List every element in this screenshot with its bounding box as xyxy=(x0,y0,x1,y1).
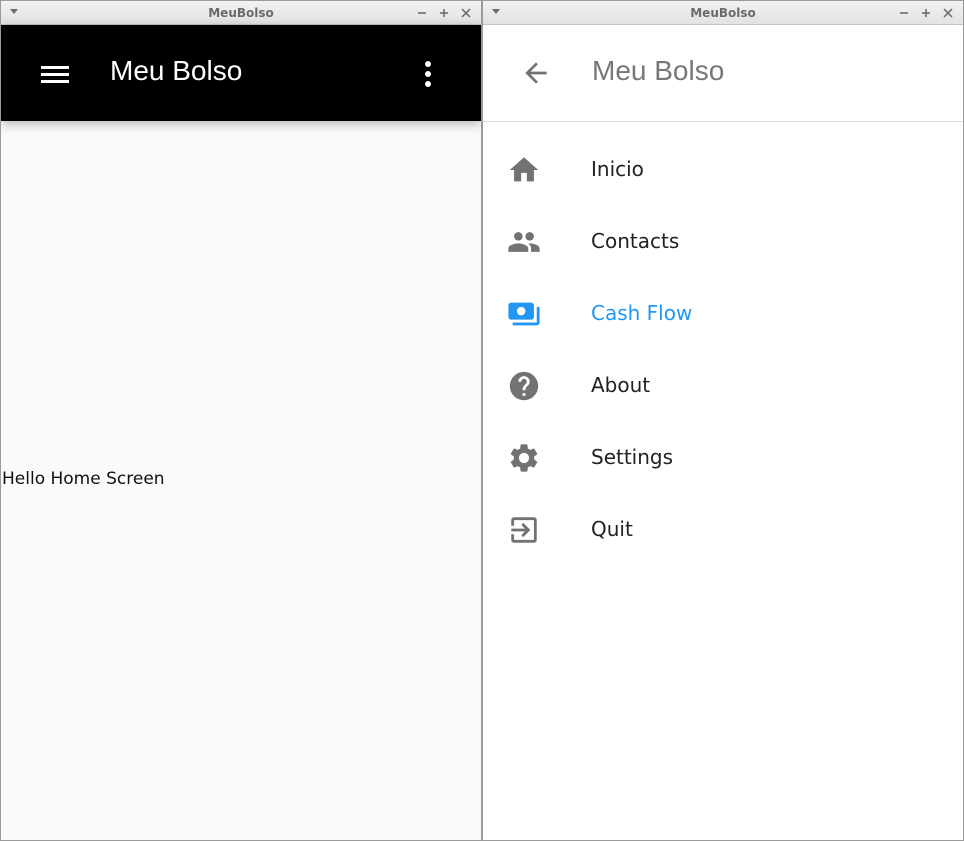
drawer-nav-list: Inicio Contacts Cash Flow About Settings… xyxy=(483,133,963,565)
drawer-title: Meu Bolso xyxy=(592,55,725,86)
more-vert-icon[interactable] xyxy=(418,59,438,89)
drawer-window: MeuBolso Meu Bolso Inicio Contacts Cash … xyxy=(482,0,964,841)
window-title: MeuBolso xyxy=(208,6,274,20)
arrow-back-icon[interactable] xyxy=(520,57,552,89)
minimize-icon[interactable] xyxy=(897,6,911,20)
drawer-item-cash-flow[interactable]: Cash Flow xyxy=(483,277,963,349)
home-screen-text: Hello Home Screen xyxy=(2,469,165,489)
drawer-item-label: Cash Flow xyxy=(591,301,693,325)
home-icon xyxy=(509,157,539,182)
navigation-drawer: Meu Bolso Inicio Contacts Cash Flow Abou… xyxy=(483,25,963,840)
help-icon xyxy=(509,371,539,401)
home-window: MeuBolso Meu Bolso Hello Home Screen xyxy=(0,0,482,841)
drawer-item-about[interactable]: About xyxy=(483,349,963,421)
drawer-item-label: About xyxy=(591,373,651,397)
maximize-icon[interactable] xyxy=(919,6,933,20)
drawer-item-label: Settings xyxy=(591,445,674,469)
drawer-item-quit[interactable]: Quit xyxy=(483,493,963,565)
drawer-item-contacts[interactable]: Contacts xyxy=(483,205,963,277)
home-screen: Meu Bolso Hello Home Screen xyxy=(1,25,481,840)
maximize-icon[interactable] xyxy=(437,6,451,20)
window-titlebar[interactable]: MeuBolso xyxy=(483,1,963,25)
drawer-item-label: Quit xyxy=(591,517,633,541)
drawer-item-label: Contacts xyxy=(591,229,680,253)
minimize-icon[interactable] xyxy=(415,6,429,20)
app-bar-title: Meu Bolso xyxy=(110,55,243,86)
drawer-item-label: Inicio xyxy=(591,157,644,181)
app-bar: Meu Bolso xyxy=(1,25,481,121)
drawer-header: Meu Bolso xyxy=(483,25,963,122)
close-icon[interactable] xyxy=(941,6,955,20)
gear-icon xyxy=(510,444,538,472)
people-icon xyxy=(508,232,540,252)
drawer-item-inicio[interactable]: Inicio xyxy=(483,133,963,205)
window-title: MeuBolso xyxy=(690,6,756,20)
drawer-item-settings[interactable]: Settings xyxy=(483,421,963,493)
window-titlebar[interactable]: MeuBolso xyxy=(1,1,481,25)
close-icon[interactable] xyxy=(459,6,473,20)
hamburger-menu-icon[interactable] xyxy=(38,61,72,87)
money-icon xyxy=(508,302,540,326)
exit-icon xyxy=(511,517,537,543)
